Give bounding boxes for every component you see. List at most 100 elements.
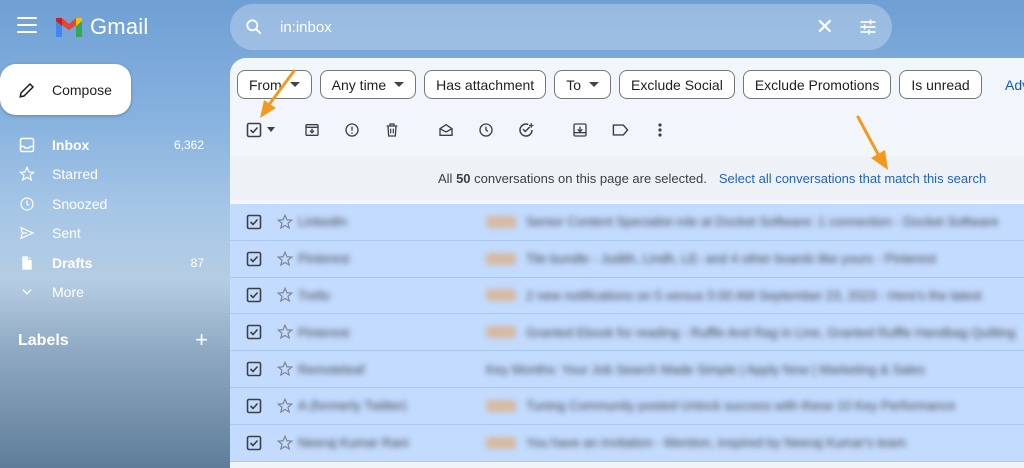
email-sender: Trello xyxy=(298,287,331,303)
sidebar-item-label: Snoozed xyxy=(52,195,108,212)
search-filter-chips: From Any time Has attachment To Exclude … xyxy=(237,70,982,99)
email-subject-snippet: Key Months: Your Job Search Made Simple … xyxy=(486,362,986,377)
compose-label: Compose xyxy=(52,81,112,98)
select-all-matching-link[interactable]: Select all conversations that match this… xyxy=(719,171,986,186)
email-label-tag xyxy=(486,252,516,265)
add-label-icon[interactable]: + xyxy=(195,329,208,351)
email-subject: Tile bundle - Judith, Lindh, LE- and 4 o… xyxy=(526,251,874,267)
star-icon[interactable] xyxy=(276,250,294,268)
star-icon[interactable] xyxy=(276,434,294,452)
star-icon[interactable] xyxy=(276,286,294,304)
email-row[interactable]: A (formerly Twitter) Tuning Community po… xyxy=(230,387,1024,425)
email-subject-snippet: Tuning Community posted Unlock success w… xyxy=(526,398,1024,413)
unread-count: 6,362 xyxy=(173,137,204,152)
snooze-icon[interactable] xyxy=(474,118,498,142)
filter-chip-has-attachment[interactable]: Has attachment xyxy=(424,70,547,99)
chip-label: Exclude Social xyxy=(631,76,723,93)
mail-toolbar xyxy=(244,118,672,142)
email-snippet: - Ruffle And Rag in Line, Granted Ruffle… xyxy=(679,324,1016,340)
more-vert-icon[interactable] xyxy=(648,118,672,142)
chip-label: Is unread xyxy=(911,76,970,93)
compose-button[interactable]: Compose xyxy=(0,64,131,115)
annotation-arrow-select-all xyxy=(260,69,296,118)
filter-chip-any-time[interactable]: Any time xyxy=(319,70,417,99)
clear-search-icon[interactable]: ✕ xyxy=(816,14,834,40)
email-subject: Senior Content Specialist role at Docket… xyxy=(526,214,892,230)
star-icon[interactable] xyxy=(276,323,294,341)
advanced-search-link[interactable]: Adv xyxy=(1005,77,1024,93)
star-icon[interactable] xyxy=(276,397,294,415)
filter-chip-is-unread[interactable]: Is unread xyxy=(899,70,982,99)
selection-notice-bar: All 50 conversations on this page are se… xyxy=(230,156,1024,200)
email-subject-snippet: Granted Ebook for reading - Ruffle And R… xyxy=(526,325,1024,340)
email-label-tag xyxy=(486,436,516,449)
draft-count: 87 xyxy=(190,255,204,270)
sidebar-item-label: Drafts xyxy=(52,254,93,271)
row-checkbox-icon[interactable] xyxy=(246,361,262,377)
sidebar-item-drafts[interactable]: Drafts 87 xyxy=(0,248,216,278)
filter-chip-exclude-social[interactable]: Exclude Social xyxy=(619,70,735,99)
email-snippet: - Mention, inspired by Neeraj Kumar's te… xyxy=(652,435,906,451)
sidebar-item-sent[interactable]: Sent xyxy=(0,219,216,249)
email-sender: Remoteleaf xyxy=(298,361,365,377)
row-checkbox-icon[interactable] xyxy=(246,214,262,230)
move-to-icon[interactable] xyxy=(568,118,592,142)
email-snippet: - Here's the latest xyxy=(876,287,982,303)
chip-label: Exclude Promotions xyxy=(754,76,880,93)
draft-icon xyxy=(18,254,36,272)
labels-section-header: Labels + xyxy=(18,329,208,351)
filter-chip-to[interactable]: To xyxy=(554,70,611,99)
row-checkbox-icon[interactable] xyxy=(246,287,262,303)
pencil-icon xyxy=(19,82,35,98)
email-row[interactable]: Neeraj Kumar Rani You have an invitation… xyxy=(230,424,1024,462)
row-checkbox-icon[interactable] xyxy=(246,251,262,267)
search-options-icon[interactable] xyxy=(858,17,878,37)
chip-label: To xyxy=(566,76,581,93)
sidebar-item-label: Sent xyxy=(52,225,81,242)
mail-list-panel: From Any time Has attachment To Exclude … xyxy=(230,58,1024,468)
gmail-logo[interactable]: Gmail xyxy=(54,14,148,40)
row-checkbox-icon[interactable] xyxy=(246,324,262,340)
search-input[interactable]: in:inbox xyxy=(280,19,816,36)
sidebar-item-starred[interactable]: Starred xyxy=(0,160,216,190)
archive-icon[interactable] xyxy=(300,118,324,142)
sidebar-item-more[interactable]: More xyxy=(0,278,216,308)
email-sender: Pinterest xyxy=(298,324,350,340)
add-to-tasks-icon[interactable] xyxy=(514,118,538,142)
chevron-down-icon xyxy=(18,283,36,301)
filter-chip-exclude-promotions[interactable]: Exclude Promotions xyxy=(742,70,892,99)
row-checkbox-icon[interactable] xyxy=(246,398,262,414)
sidebar-item-snoozed[interactable]: Snoozed xyxy=(0,189,216,219)
mark-as-read-icon[interactable] xyxy=(434,118,458,142)
email-subject-snippet: Senior Content Specialist role at Docket… xyxy=(526,214,1024,229)
search-icon[interactable] xyxy=(244,17,264,37)
email-label-tag xyxy=(486,399,516,412)
main-menu-icon[interactable] xyxy=(17,17,37,33)
email-row[interactable]: LinkedIn Senior Content Specialist role … xyxy=(230,204,1024,241)
sidebar-item-inbox[interactable]: Inbox 6,362 xyxy=(0,130,216,160)
email-subject-snippet: You have an invitation - Mention, inspir… xyxy=(526,435,1024,450)
email-row[interactable]: Pinterest Tile bundle - Judith, Lindh, L… xyxy=(230,240,1024,278)
row-checkbox-icon[interactable] xyxy=(246,435,262,451)
email-subject: Tuning Community posted Unlock success w… xyxy=(526,398,956,414)
email-sender: A (formerly Twitter) xyxy=(298,398,407,414)
label-icon[interactable] xyxy=(608,118,632,142)
email-sender: LinkedIn xyxy=(298,214,348,230)
email-snippet: - Docket Software xyxy=(891,214,999,230)
email-sender: Pinterest xyxy=(298,251,350,267)
report-spam-icon[interactable] xyxy=(340,118,364,142)
star-icon[interactable] xyxy=(276,360,294,378)
email-subject: 2 new notifications on 5 versus 5:00 AM … xyxy=(526,287,877,303)
email-row[interactable]: Remoteleaf Key Months: Your Job Search M… xyxy=(230,351,1024,388)
caret-down-icon xyxy=(394,82,405,87)
email-row[interactable]: Trello 2 new notifications on 5 versus 5… xyxy=(230,277,1024,315)
selection-notice: All 50 conversations on this page are se… xyxy=(438,171,707,186)
inbox-icon xyxy=(18,136,36,154)
delete-icon[interactable] xyxy=(380,118,404,142)
email-row[interactable]: Pinterest Granted Ebook for reading - Ru… xyxy=(230,314,1024,352)
search-bar[interactable]: in:inbox ✕ xyxy=(230,4,892,50)
send-icon xyxy=(18,224,36,242)
star-icon[interactable] xyxy=(276,213,294,231)
chip-label: Has attachment xyxy=(436,76,535,93)
email-subject: Key Months: Your Job Search Made Simple … xyxy=(486,361,925,377)
